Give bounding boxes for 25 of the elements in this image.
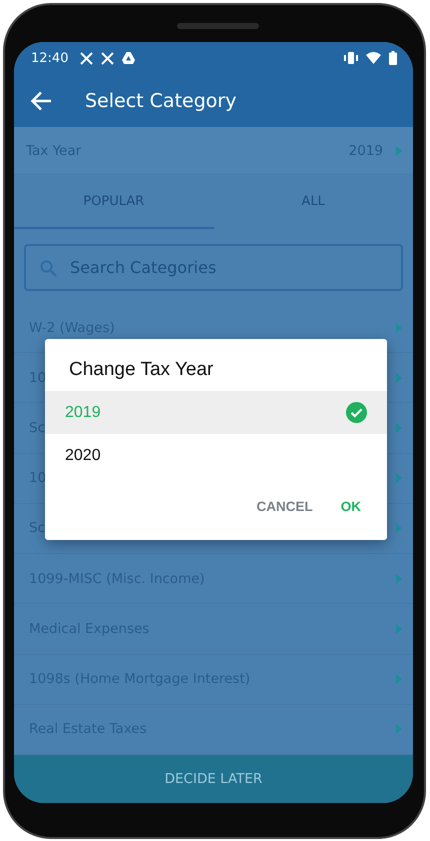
battery-icon [389,51,397,65]
cancel-button[interactable]: CANCEL [246,493,323,520]
chevron-icon [396,372,402,383]
screen-title: Select Category [85,90,236,112]
decide-later-button[interactable]: DECIDE LATER [14,755,413,803]
vibrate-icon [344,52,358,64]
chevron-icon [396,624,402,634]
search-icon [40,260,57,277]
chevron-icon [396,473,402,484]
status-time: 12:40 [31,50,68,66]
chevron-icon [396,423,402,434]
chevron-icon [396,674,402,684]
back-arrow-icon[interactable] [30,90,52,110]
drive-icon [122,52,136,64]
chevron-icon [396,146,402,156]
year-option[interactable]: 2019 [45,391,387,434]
chevron-icon [396,724,402,734]
chevron-icon [396,322,402,333]
wifi-icon [366,52,381,64]
year-option[interactable]: 2020 [45,434,387,477]
ok-button[interactable]: OK [330,493,371,520]
chevron-icon [396,574,402,584]
dialog-title: Change Tax Year [68,358,214,382]
chevron-icon [396,523,402,534]
check-circle-icon [346,402,367,423]
